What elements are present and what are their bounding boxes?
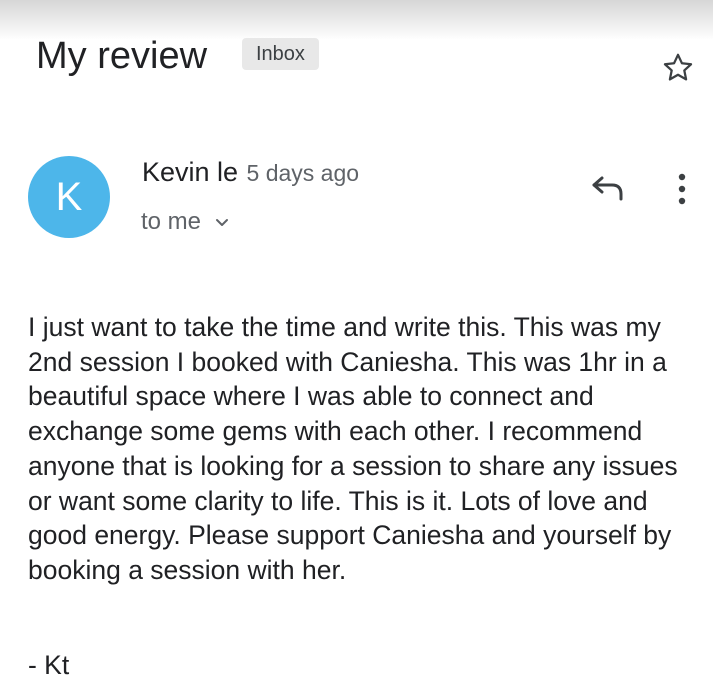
recipient-toggle[interactable]: to me [141,208,229,236]
sender-name[interactable]: Kevin le [142,157,238,187]
inbox-label-chip[interactable]: Inbox [242,38,319,70]
sender-avatar[interactable]: K [28,156,110,238]
recipient-label: to me [141,208,202,235]
email-signature: - Kt [28,650,70,680]
more-vert-icon[interactable] [671,172,693,206]
chevron-down-icon [216,219,229,226]
email-body: I just want to take the time and write t… [28,312,678,585]
sent-time: 5 days ago [246,160,360,186]
star-icon[interactable] [660,50,696,86]
sender-line: Kevin le 5 days ago [142,157,359,188]
reply-icon[interactable] [590,172,626,202]
email-subject: My review [36,35,208,77]
